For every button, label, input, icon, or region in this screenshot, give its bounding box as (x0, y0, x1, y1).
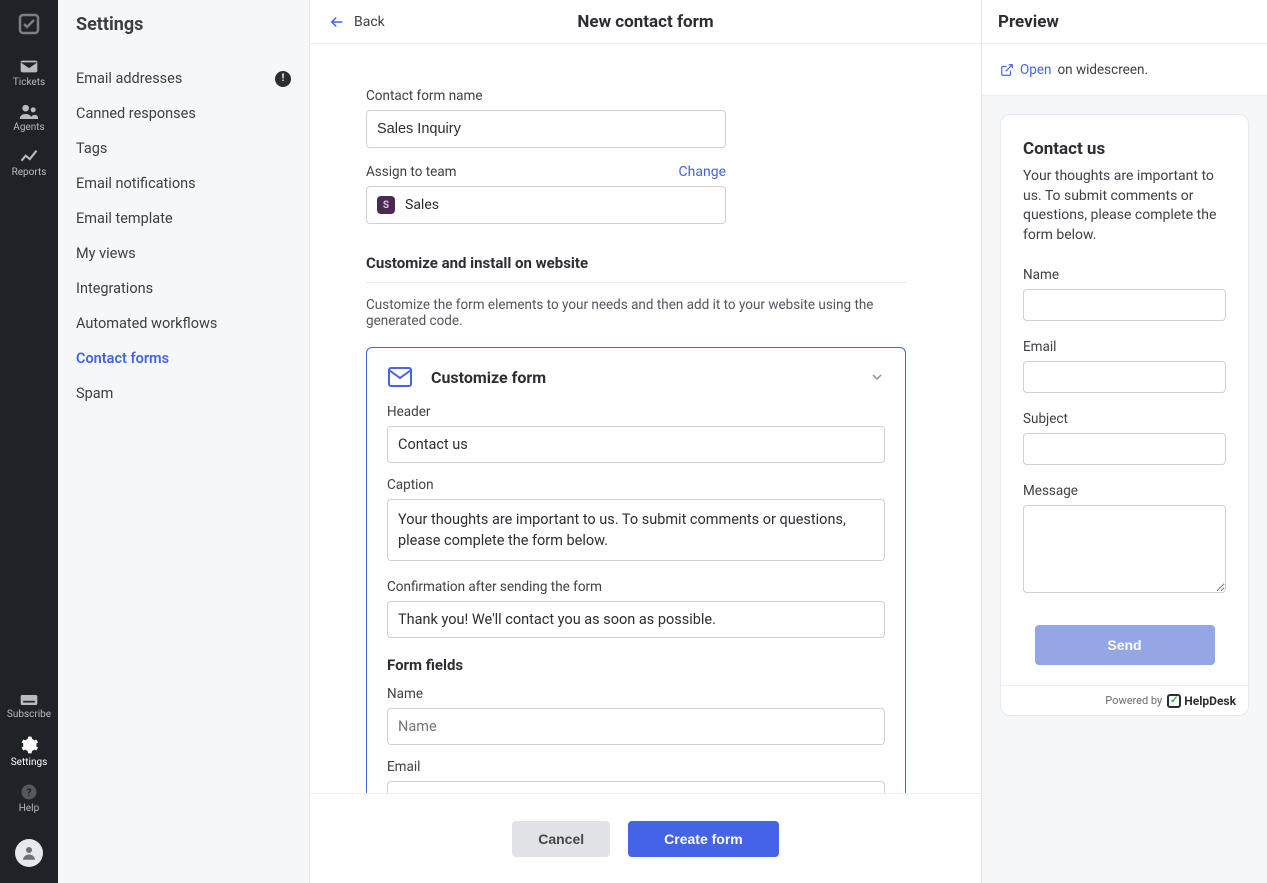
confirmation-label: Confirmation after sending the form (387, 579, 885, 595)
app-rail: Tickets Agents Reports Subscribe Setting… (0, 0, 58, 883)
team-selector[interactable]: S Sales (366, 186, 726, 224)
rail-item-subscribe[interactable]: Subscribe (7, 693, 51, 721)
external-link-icon (1000, 63, 1014, 77)
helpdesk-brand: HelpDesk (1184, 694, 1236, 708)
rail-label: Settings (11, 757, 48, 769)
rail-label: Agents (13, 122, 44, 134)
preview-field-label: Email (1023, 339, 1226, 355)
settings-item-integrations[interactable]: Integrations (58, 271, 309, 306)
settings-item-label: Email addresses (76, 70, 182, 87)
preview-title: Preview (982, 0, 1267, 44)
back-label: Back (354, 14, 385, 30)
settings-item-label: Tags (76, 140, 107, 157)
settings-item-tags[interactable]: Tags (58, 131, 309, 166)
preview-field-label: Message (1023, 483, 1226, 499)
form-field-input-name[interactable] (387, 708, 885, 745)
customize-form-card: Customize form Header Caption Confirmati… (366, 347, 906, 793)
rail-item-help[interactable]: ? Help (19, 783, 39, 815)
open-suffix: on widescreen. (1057, 62, 1148, 78)
settings-item-email-addresses[interactable]: Email addresses! (58, 61, 309, 96)
helpdesk-logo: ✓ HelpDesk (1167, 694, 1236, 708)
settings-item-label: Integrations (76, 280, 153, 297)
back-button[interactable]: Back (328, 0, 385, 43)
rail-label: Help (19, 803, 39, 815)
settings-item-email-template[interactable]: Email template (58, 201, 309, 236)
open-widescreen-link[interactable]: Open (1020, 62, 1051, 78)
customize-card-title: Customize form (431, 368, 546, 387)
form-fields-title: Form fields (387, 656, 885, 674)
preview-card-title: Contact us (1023, 139, 1226, 159)
settings-item-email-notifications[interactable]: Email notifications (58, 166, 309, 201)
preview-field-label: Name (1023, 267, 1226, 283)
form-field-label: Email (387, 759, 885, 775)
contact-form-name-input[interactable] (366, 110, 726, 148)
confirmation-input[interactable] (387, 601, 885, 638)
rail-label: Tickets (13, 77, 45, 89)
settings-item-contact-forms[interactable]: Contact forms (58, 341, 309, 376)
settings-item-label: Automated workflows (76, 315, 217, 332)
preview-send-button[interactable]: Send (1035, 625, 1215, 665)
rail-item-settings[interactable]: Settings (11, 735, 48, 769)
alert-badge: ! (275, 71, 291, 87)
settings-item-label: Email template (76, 210, 173, 227)
settings-item-automated-workflows[interactable]: Automated workflows (58, 306, 309, 341)
settings-item-my-views[interactable]: My views (58, 236, 309, 271)
preview-open-row: Open on widescreen. (982, 44, 1267, 96)
user-avatar[interactable] (15, 839, 43, 867)
settings-item-label: Canned responses (76, 105, 196, 122)
contact-form-name-label: Contact form name (366, 88, 925, 104)
caption-label: Caption (387, 477, 885, 493)
create-form-button[interactable]: Create form (628, 821, 779, 857)
customize-help-text: Customize the form elements to your need… (366, 297, 925, 329)
change-team-link[interactable]: Change (679, 164, 726, 180)
assign-team-label: Assign to team (366, 164, 457, 180)
preview-input-name[interactable] (1023, 289, 1226, 321)
preview-panel: Preview Open on widescreen. Contact us Y… (981, 0, 1267, 883)
settings-item-label: Contact forms (76, 350, 169, 367)
powered-by-text: Powered by (1105, 694, 1162, 707)
caption-input[interactable] (387, 499, 885, 561)
settings-item-label: Email notifications (76, 175, 196, 192)
preview-input-message[interactable] (1023, 505, 1226, 593)
settings-item-spam[interactable]: Spam (58, 376, 309, 411)
customize-section-title: Customize and install on website (366, 254, 906, 283)
preview-input-subject[interactable] (1023, 433, 1226, 465)
page-title: New contact form (577, 12, 713, 32)
settings-sidebar: Settings Email addresses! Canned response… (58, 0, 310, 883)
preview-card-caption: Your thoughts are important to us. To su… (1023, 167, 1226, 245)
rail-label: Subscribe (7, 709, 51, 721)
form-field-input-email[interactable] (387, 781, 885, 793)
main-footer: Cancel Create form (310, 793, 981, 883)
preview-powered-by: Powered by ✓ HelpDesk (1001, 685, 1248, 715)
svg-text:?: ? (26, 786, 31, 799)
team-name: Sales (405, 197, 439, 213)
rail-item-tickets[interactable]: Tickets (13, 58, 45, 89)
form-field-label: Name (387, 686, 885, 702)
arrow-left-icon (328, 13, 346, 31)
preview-input-email[interactable] (1023, 361, 1226, 393)
rail-label: Reports (12, 167, 47, 179)
preview-field-label: Subject (1023, 411, 1226, 427)
settings-item-label: My views (76, 245, 136, 262)
header-label: Header (387, 404, 885, 420)
preview-card: Contact us Your thoughts are important t… (1000, 114, 1249, 716)
chevron-down-icon[interactable] (869, 369, 885, 385)
settings-item-canned-responses[interactable]: Canned responses (58, 96, 309, 131)
mail-icon (387, 366, 413, 388)
settings-item-label: Spam (76, 385, 113, 402)
rail-item-reports[interactable]: Reports (12, 148, 47, 179)
app-logo (17, 12, 41, 40)
settings-title: Settings (58, 0, 309, 49)
cancel-button[interactable]: Cancel (512, 821, 610, 857)
main-header: Back New contact form (310, 0, 981, 44)
header-input[interactable] (387, 426, 885, 463)
team-chip: S (377, 196, 395, 214)
rail-item-agents[interactable]: Agents (13, 103, 44, 134)
main-panel: Back New contact form Contact form name … (310, 0, 981, 883)
